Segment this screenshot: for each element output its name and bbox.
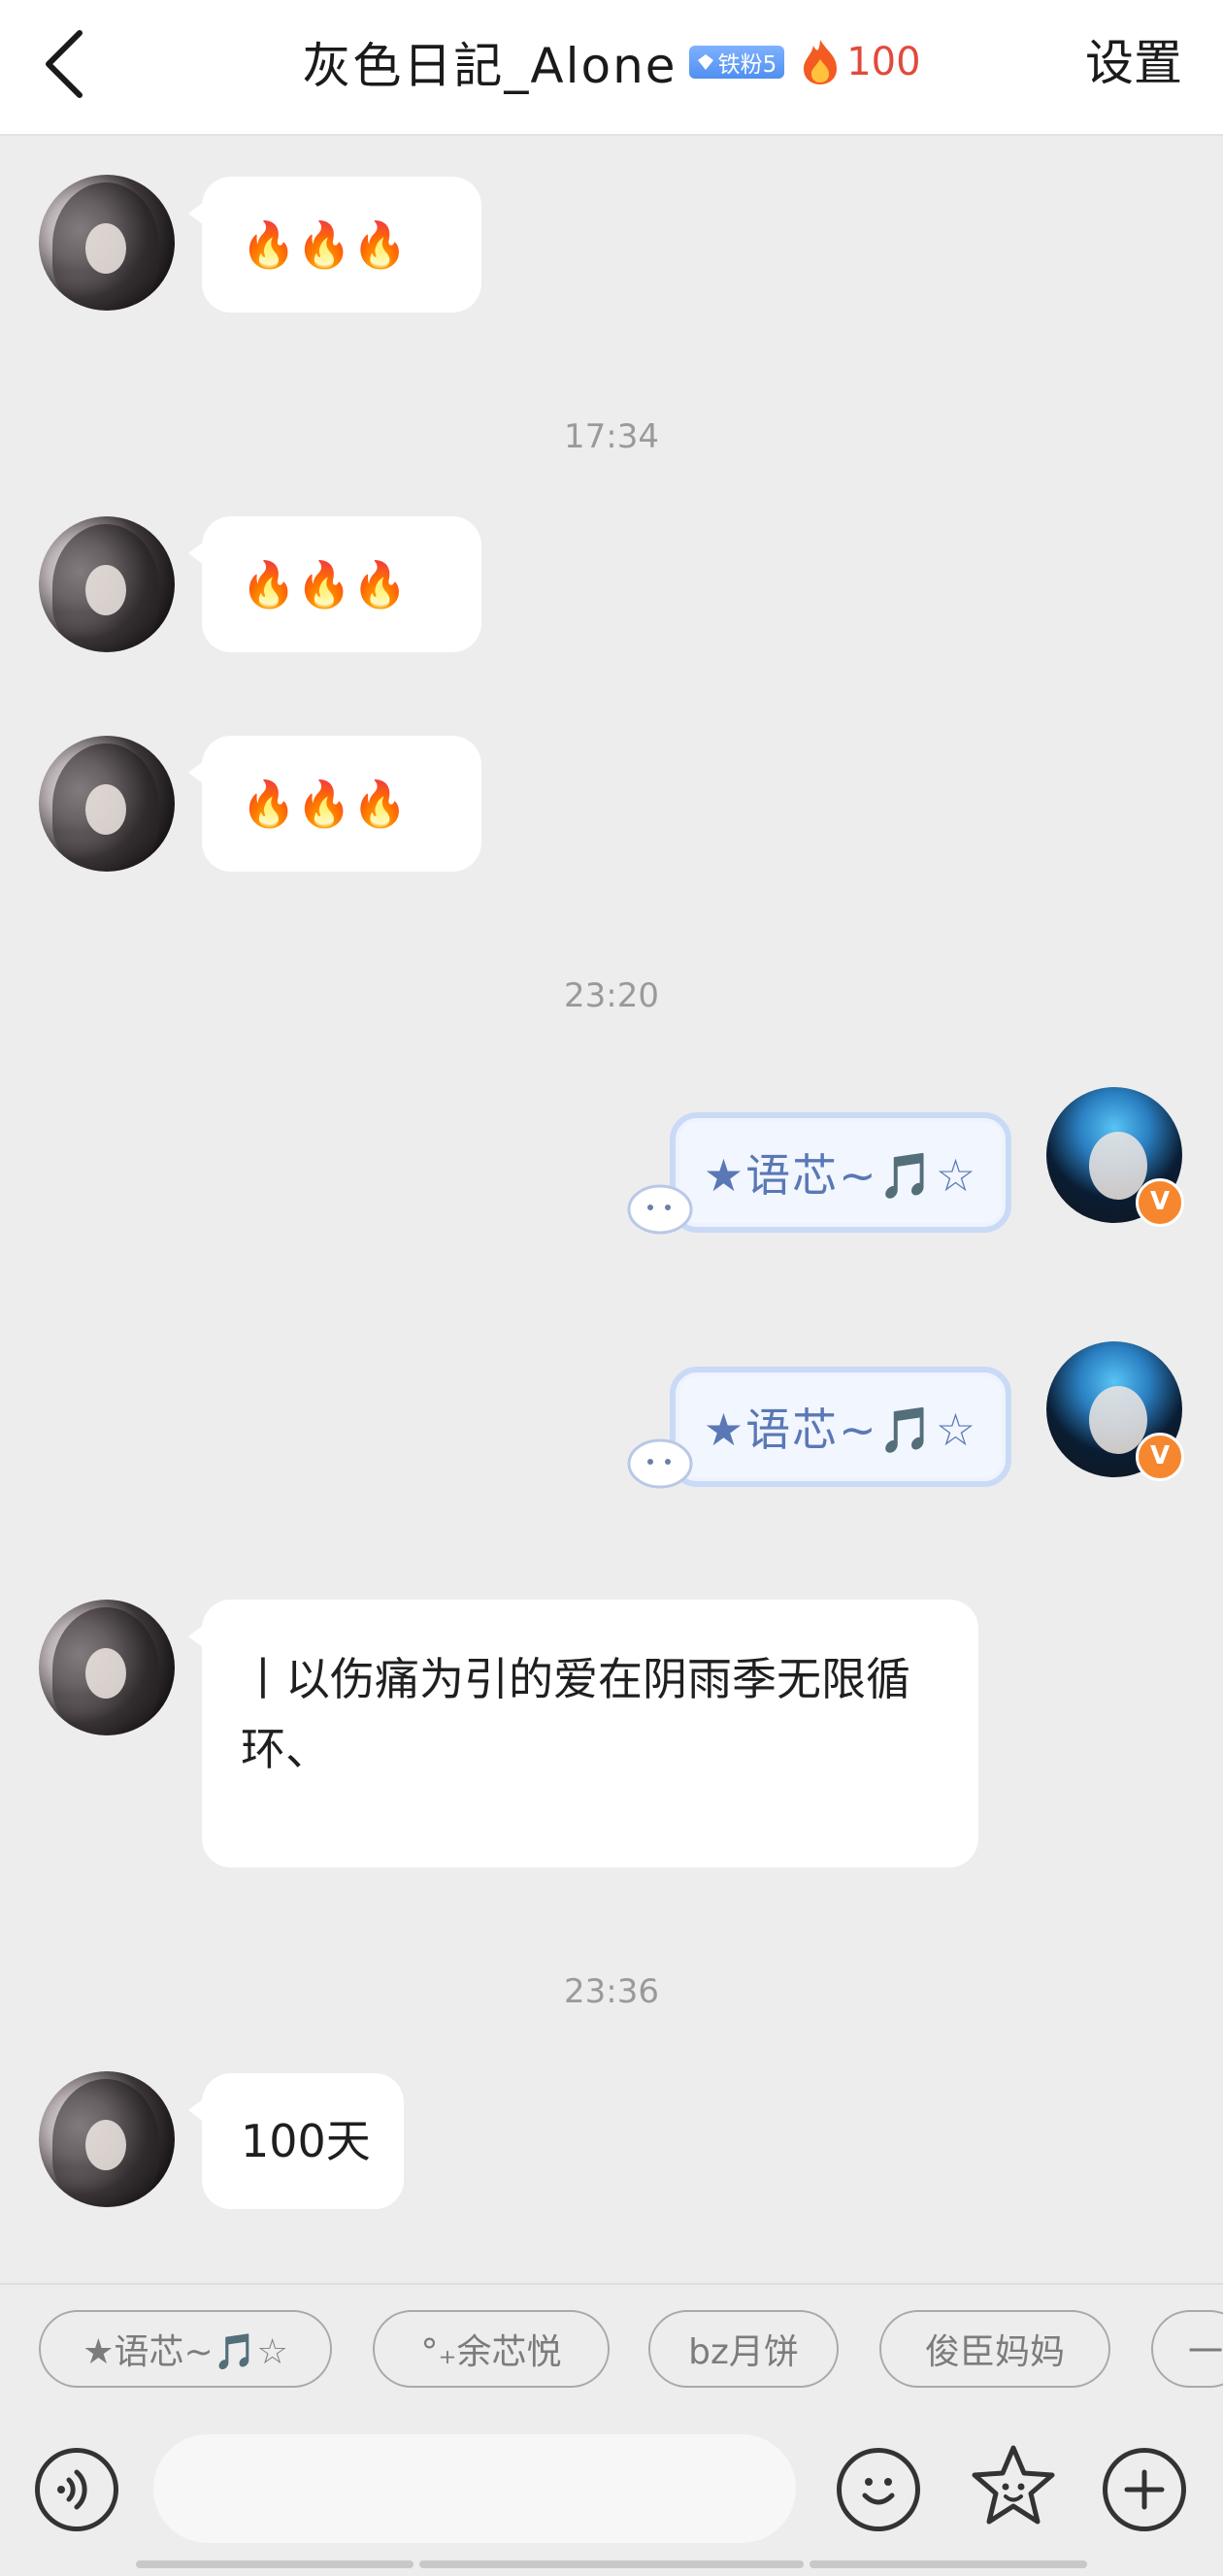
chat-header: 灰色日記_Alone 铁粉5 100 设置 xyxy=(0,0,1223,136)
settings-button[interactable]: 设置 xyxy=(1085,29,1182,97)
message-timestamp: 23:20 xyxy=(564,976,659,1015)
message-text: 100天 xyxy=(241,2115,371,2167)
cloud-sticker-icon xyxy=(627,1184,693,1235)
fire-emoji-group: 🔥🔥🔥 xyxy=(241,217,408,271)
more-button[interactable] xyxy=(1103,2448,1186,2531)
decorated-message-bubble[interactable]: ★语芯~🎵☆ xyxy=(621,1347,1029,1493)
decorated-message-bubble[interactable]: ★语芯~🎵☆ xyxy=(621,1093,1029,1238)
contact-avatar[interactable] xyxy=(39,175,175,311)
quick-reply-chip[interactable]: 俊臣妈妈 xyxy=(879,2310,1110,2388)
decorated-message-text: ★语芯~🎵☆ xyxy=(670,1367,1011,1487)
verified-badge: V xyxy=(1136,1433,1184,1481)
voice-icon xyxy=(57,2469,87,2510)
contact-avatar[interactable] xyxy=(39,736,175,872)
voice-button[interactable] xyxy=(35,2448,118,2531)
emoji-button[interactable] xyxy=(837,2448,920,2531)
chat-title-group: 灰色日記_Alone 铁粉5 100 xyxy=(0,33,1223,94)
plus-icon xyxy=(1124,2469,1165,2510)
message-bubble[interactable]: 🔥🔥🔥 xyxy=(188,736,481,872)
gesture-bar xyxy=(810,2560,1087,2568)
fire-emoji-group: 🔥🔥🔥 xyxy=(241,776,408,830)
decorated-message-text: ★语芯~🎵☆ xyxy=(670,1112,1011,1233)
fire-count: 100 xyxy=(846,40,921,84)
message-text: 丨以伤痛为引的爱在阴雨季无限循环、 xyxy=(241,1653,910,1775)
message-bubble[interactable]: 100天 xyxy=(188,2073,404,2209)
contact-avatar[interactable] xyxy=(39,516,175,652)
quick-reply-chip[interactable]: °₊余芯悦 xyxy=(373,2310,610,2388)
verified-badge: V xyxy=(1136,1178,1184,1227)
fire-score: 100 xyxy=(800,38,921,86)
fan-badge-label: 铁粉5 xyxy=(717,52,777,78)
chat-title[interactable]: 灰色日記_Alone xyxy=(302,27,677,97)
input-bar xyxy=(0,2411,1223,2576)
message-bubble[interactable]: 丨以伤痛为引的爱在阴雨季无限循环、 xyxy=(188,1600,978,1867)
smiley-icon xyxy=(862,2478,895,2505)
fire-icon xyxy=(804,40,838,84)
cloud-sticker-icon xyxy=(627,1438,693,1489)
contact-avatar[interactable] xyxy=(39,2071,175,2207)
quick-reply-chip[interactable]: ★语芯~🎵☆ xyxy=(39,2310,332,2388)
quick-reply-chip[interactable]: bz月饼 xyxy=(648,2310,839,2388)
gesture-bar xyxy=(419,2560,804,2568)
diamond-icon xyxy=(697,54,713,70)
contact-avatar[interactable] xyxy=(39,1600,175,1735)
sticker-button[interactable] xyxy=(967,2440,1060,2533)
gesture-bar xyxy=(136,2560,413,2568)
message-bubble[interactable]: 🔥🔥🔥 xyxy=(188,177,481,313)
fire-emoji-group: 🔥🔥🔥 xyxy=(241,557,408,611)
quick-reply-chip[interactable]: 一 xyxy=(1151,2310,1223,2388)
star-face-icon xyxy=(972,2445,1055,2525)
message-timestamp: 23:36 xyxy=(564,1972,659,2011)
message-timestamp: 17:34 xyxy=(564,417,659,456)
message-input[interactable] xyxy=(153,2434,796,2543)
fan-level-badge: 铁粉5 xyxy=(688,46,785,79)
quick-reply-bar: ★语芯~🎵☆ °₊余芯悦 bz月饼 俊臣妈妈 一 xyxy=(0,2283,1223,2411)
message-bubble[interactable]: 🔥🔥🔥 xyxy=(188,516,481,652)
